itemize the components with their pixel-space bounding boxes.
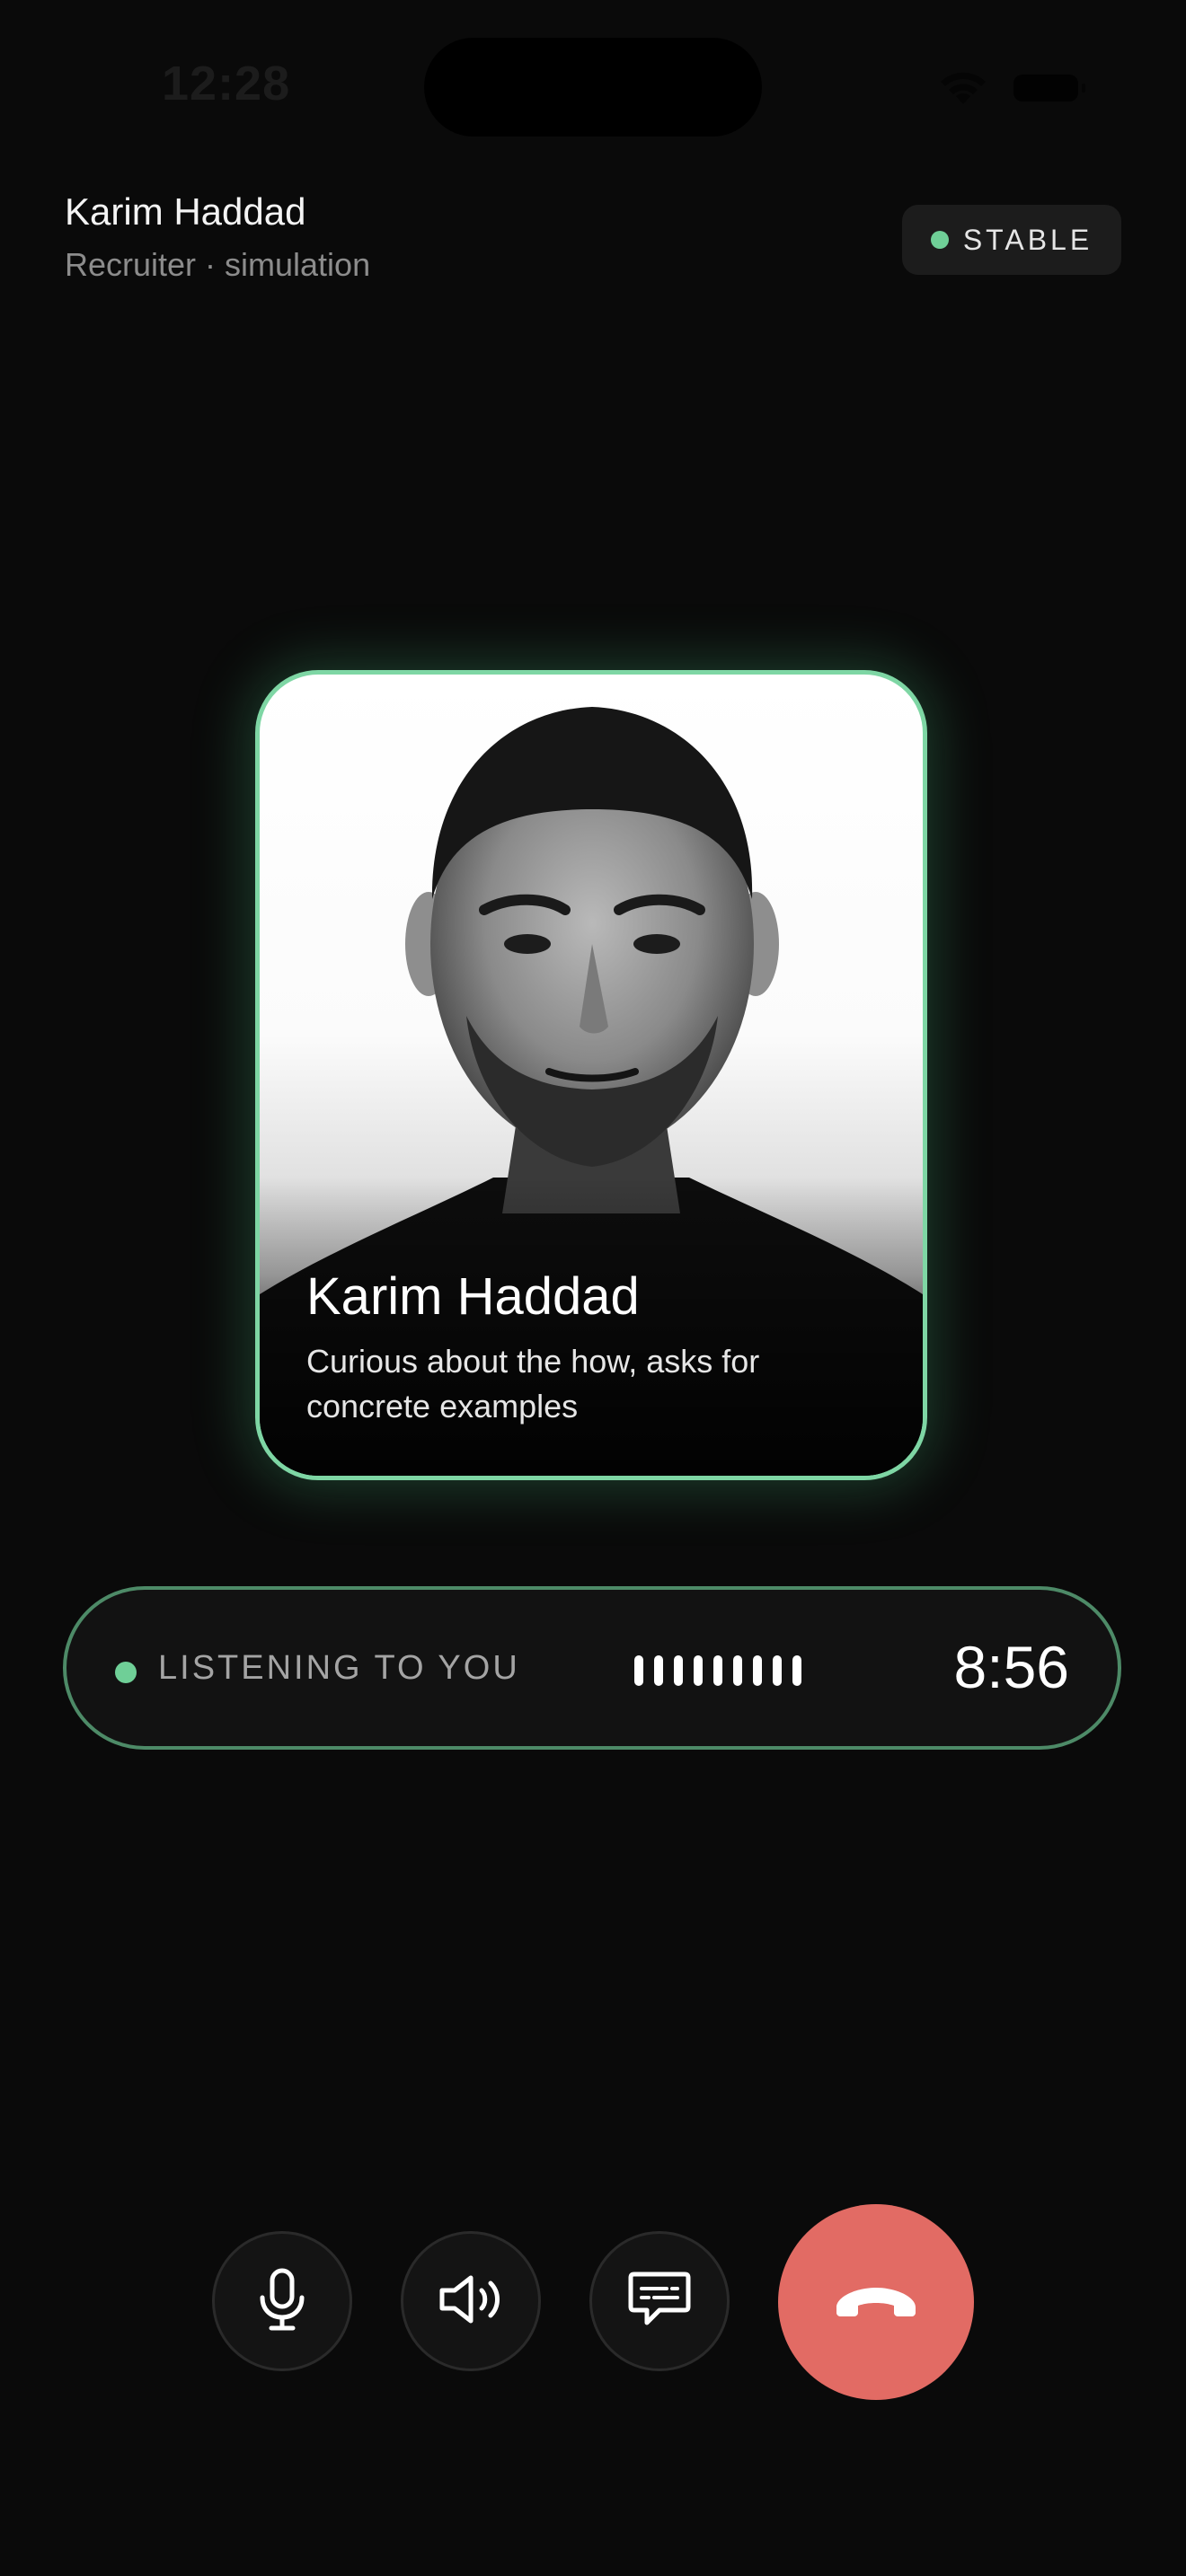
speaker-button[interactable] <box>401 2231 541 2371</box>
portrait-name: Karim Haddad <box>306 1267 640 1326</box>
caller-name: Karim Haddad <box>65 190 306 233</box>
wifi-icon <box>938 70 988 106</box>
waveform-bar <box>753 1655 762 1686</box>
portrait-description: Curious about the how, asks for concrete… <box>306 1343 760 1425</box>
status-icons <box>938 70 1085 106</box>
connection-status-label: STABLE <box>962 223 1093 256</box>
waveform-bar <box>654 1655 663 1686</box>
captions-icon <box>627 2269 692 2334</box>
waveform-bar <box>694 1655 703 1686</box>
waveform-bar <box>733 1655 742 1686</box>
waveform-bar <box>713 1655 722 1686</box>
status-time: 12:28 <box>162 57 291 110</box>
battery-icon <box>1013 75 1085 101</box>
waveform-bar <box>792 1655 801 1686</box>
portrait-caption: Karim Haddad Curious about the how, asks… <box>306 1266 887 1429</box>
status-dot-icon <box>930 231 949 249</box>
caller-portrait-card: Karim Haddad Curious about the how, asks… <box>255 670 927 1480</box>
dynamic-island <box>424 38 762 137</box>
waveform-bar <box>773 1655 782 1686</box>
listening-status-pill: LISTENING TO YOU 8:56 <box>63 1586 1121 1750</box>
call-timer: 8:56 <box>953 1634 1069 1700</box>
waveform-bar <box>634 1655 643 1686</box>
phone-hangup-icon <box>829 2280 923 2325</box>
microphone-icon <box>253 2267 311 2336</box>
end-call-button[interactable] <box>778 2204 974 2400</box>
listening-label: LISTENING TO YOU <box>158 1649 520 1687</box>
audio-waveform-icon <box>634 1653 801 1689</box>
captions-button[interactable] <box>589 2231 730 2371</box>
mute-microphone-button[interactable] <box>212 2231 352 2371</box>
waveform-bar <box>674 1655 683 1686</box>
listening-dot-icon <box>115 1662 137 1683</box>
connection-status-badge: STABLE <box>902 205 1121 275</box>
speaker-icon <box>437 2271 505 2333</box>
caller-subtitle: Recruiter · simulation <box>65 246 371 283</box>
